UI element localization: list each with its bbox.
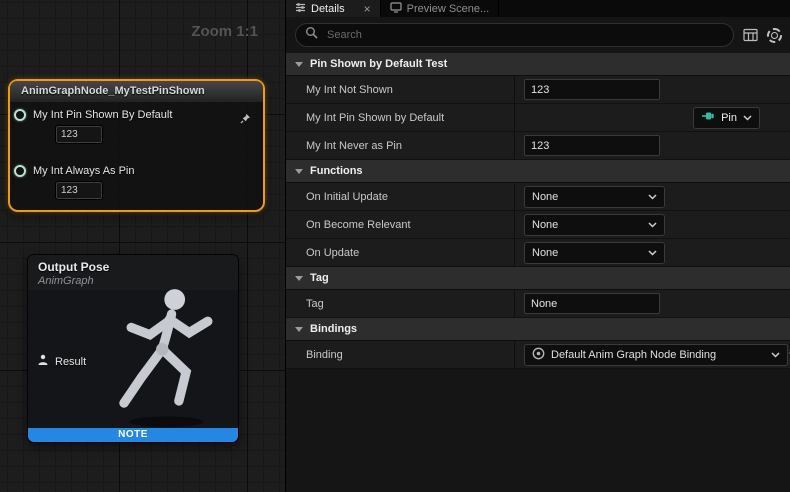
int-value-input[interactable] <box>524 135 660 156</box>
property-label: On Update <box>286 239 515 266</box>
tab-label: Preview Scene... <box>407 3 490 15</box>
pin-value-input[interactable] <box>56 182 102 199</box>
mannequin-figure <box>101 285 236 430</box>
property-row: On Update None <box>286 239 790 267</box>
node-pin-row: My Int Always As Pin <box>14 165 134 177</box>
chevron-down-icon <box>648 219 657 231</box>
property-label: Binding <box>286 341 515 368</box>
category-header-tag[interactable]: Tag <box>286 267 790 290</box>
note-bar: NOTE <box>28 428 238 442</box>
node-title[interactable]: AnimGraphNode_MyTestPinShown <box>10 81 263 102</box>
tab-preview-scene[interactable]: Preview Scene... <box>381 0 500 17</box>
chevron-down-icon <box>295 62 303 67</box>
property-label: My Int Pin Shown by Default <box>286 104 515 131</box>
pin-label: My Int Pin Shown By Default <box>33 109 172 121</box>
property-label: My Int Not Shown <box>286 76 515 103</box>
display-filter-icon[interactable] <box>743 28 758 42</box>
pin-dropdown-button[interactable]: Pin <box>693 107 760 129</box>
function-dropdown[interactable]: None <box>524 242 665 264</box>
property-row: Tag <box>286 290 790 318</box>
category-header-pin-shown[interactable]: Pin Shown by Default Test <box>286 53 790 76</box>
int-pin-icon[interactable] <box>14 109 26 121</box>
result-pin-label: Result <box>55 356 86 368</box>
search-input[interactable] <box>325 28 724 42</box>
chevron-down-icon <box>648 247 657 259</box>
chevron-down-icon <box>295 169 303 174</box>
category-header-bindings[interactable]: Bindings <box>286 318 790 341</box>
search-icon <box>305 26 318 44</box>
property-row: My Int Never as Pin <box>286 132 790 160</box>
result-pin-row: Result <box>37 353 86 371</box>
tab-bar: Details × Preview Scene... <box>286 0 790 17</box>
category-header-functions[interactable]: Functions <box>286 160 790 183</box>
binding-dropdown[interactable]: Default Anim Graph Node Binding <box>524 344 788 366</box>
details-panel: Details × Preview Scene... <box>285 0 790 492</box>
graph-editor-canvas[interactable]: Zoom 1:1 AnimGraphNode_MyTestPinShown My… <box>0 0 285 492</box>
property-label: Tag <box>286 290 515 317</box>
property-label: On Initial Update <box>286 183 515 210</box>
zoom-level-label: Zoom 1:1 <box>191 23 258 40</box>
function-dropdown[interactable]: None <box>524 214 665 236</box>
property-row: Binding Default Anim Graph Node Binding <box>286 341 790 369</box>
node-pin-row: My Int Pin Shown By Default <box>14 109 172 121</box>
tab-label: Details <box>311 3 345 15</box>
output-pose-node[interactable]: Output Pose AnimGraph Res <box>27 254 239 443</box>
property-row: My Int Not Shown <box>286 76 790 104</box>
settings-gear-icon[interactable] <box>767 28 782 43</box>
property-row: My Int Pin Shown by Default Pin <box>286 104 790 132</box>
details-empty-area <box>286 369 790 492</box>
int-pin-icon[interactable] <box>14 165 26 177</box>
pin-visibility-icon[interactable] <box>240 111 251 129</box>
chevron-down-icon <box>771 349 780 361</box>
chevron-down-icon <box>295 327 303 332</box>
anim-graph-test-node[interactable]: AnimGraphNode_MyTestPinShown My Int Pin … <box>8 79 265 212</box>
search-bar[interactable] <box>295 23 734 47</box>
pin-dropdown-label: Pin <box>721 112 737 124</box>
node-title: Output Pose <box>38 260 228 274</box>
property-row: On Become Relevant None <box>286 211 790 239</box>
pin-icon <box>701 111 715 124</box>
close-icon[interactable]: × <box>364 3 371 15</box>
function-dropdown[interactable]: None <box>524 186 665 208</box>
property-label: On Become Relevant <box>286 211 515 238</box>
result-pose-pin-icon[interactable] <box>37 353 49 371</box>
binding-class-icon <box>532 347 545 363</box>
chevron-down-icon <box>295 276 303 281</box>
int-value-input[interactable] <box>524 79 660 100</box>
property-row: On Initial Update None <box>286 183 790 211</box>
details-tab-icon <box>295 2 306 16</box>
tag-input[interactable] <box>524 293 660 314</box>
pin-value-input[interactable] <box>56 126 102 143</box>
property-list: Pin Shown by Default Test My Int Not Sho… <box>286 53 790 492</box>
anim-graph-editor-window: Zoom 1:1 AnimGraphNode_MyTestPinShown My… <box>0 0 790 492</box>
preview-scene-tab-icon <box>390 2 402 16</box>
details-toolbar <box>286 17 790 53</box>
property-label: My Int Never as Pin <box>286 132 515 159</box>
chevron-down-icon <box>648 191 657 203</box>
pin-label: My Int Always As Pin <box>33 165 134 177</box>
chevron-down-icon <box>743 112 752 124</box>
tab-details[interactable]: Details × <box>286 0 381 17</box>
